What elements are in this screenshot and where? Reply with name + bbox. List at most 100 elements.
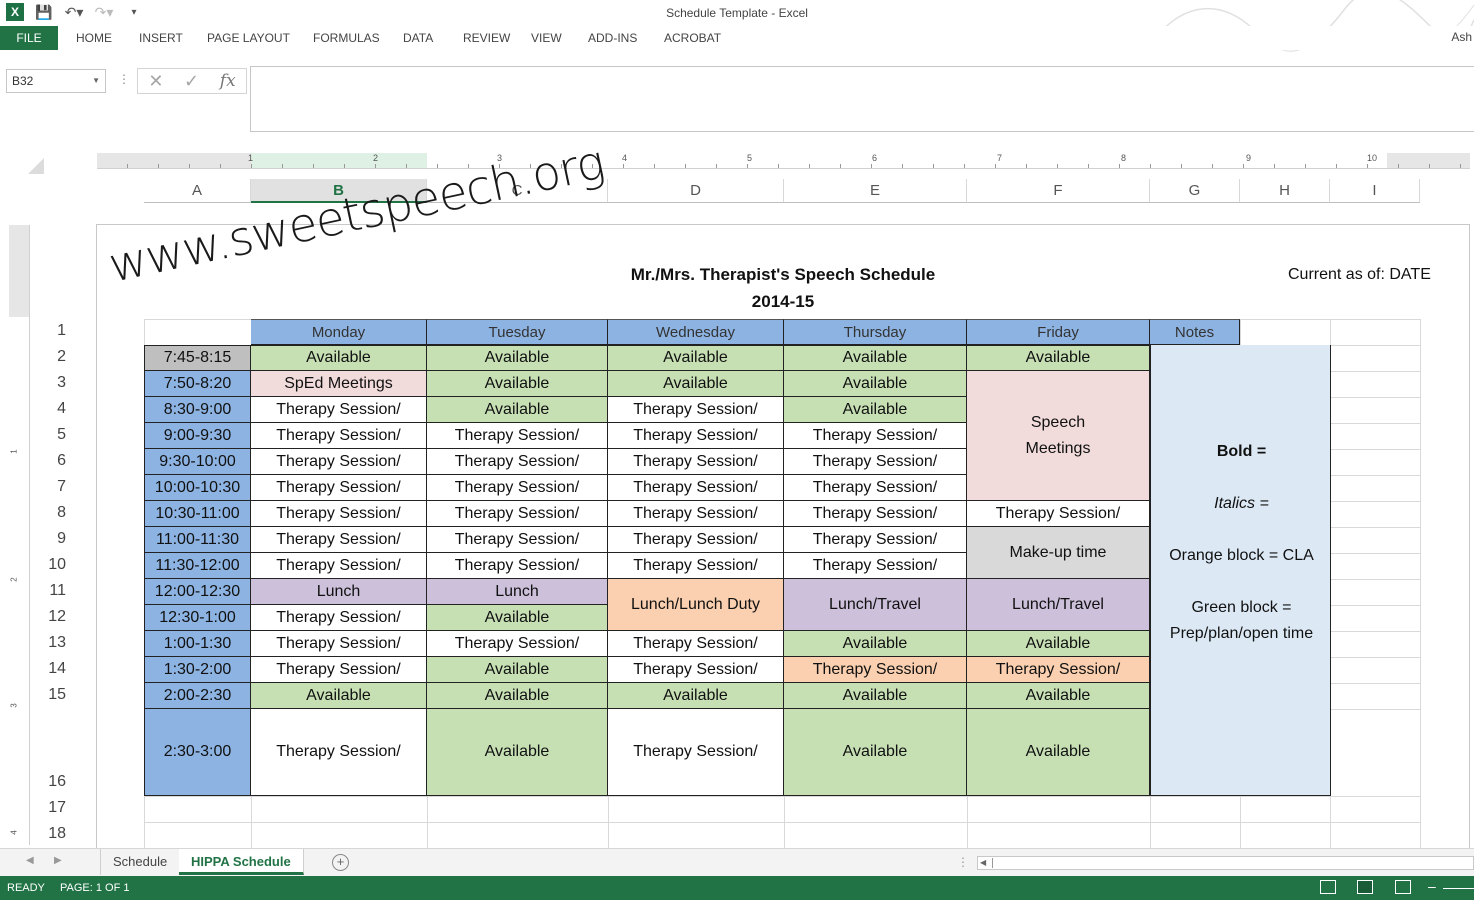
cancel-entry-icon[interactable]: ✕	[148, 71, 163, 92]
row-header[interactable]: 11	[30, 582, 66, 600]
time-cell[interactable]: 12:30-1:00	[144, 605, 251, 631]
schedule-cell[interactable]: Therapy Session/	[427, 553, 608, 579]
horizontal-scrollbar[interactable]: ◀	[977, 856, 1474, 870]
tab-view[interactable]: VIEW	[531, 26, 562, 50]
time-cell[interactable]: 8:30-9:00	[144, 397, 251, 423]
time-cell[interactable]: 10:00-10:30	[144, 475, 251, 501]
schedule-cell[interactable]: Therapy Session/	[608, 449, 784, 475]
schedule-cell[interactable]: Therapy Session/	[427, 631, 608, 657]
row-header[interactable]: 16	[30, 773, 66, 791]
schedule-cell[interactable]: Available	[427, 605, 608, 631]
tab-add-ins[interactable]: ADD-INS	[588, 26, 637, 50]
row-header[interactable]: 1	[30, 322, 66, 340]
row-header[interactable]: 17	[30, 799, 66, 817]
sheet-tab-hippa-schedule[interactable]: HIPPA Schedule	[179, 849, 304, 875]
schedule-cell[interactable]: Available	[784, 631, 967, 657]
name-box-dropdown-icon[interactable]: ▼	[92, 70, 100, 92]
schedule-cell[interactable]: Available	[427, 371, 608, 397]
row-header[interactable]: 3	[30, 374, 66, 392]
time-cell[interactable]: 10:30-11:00	[144, 501, 251, 527]
schedule-cell[interactable]: Lunch	[251, 579, 427, 605]
time-cell[interactable]: 9:00-9:30	[144, 423, 251, 449]
row-header[interactable]: 12	[30, 608, 66, 626]
scroll-left-arrow-icon[interactable]: ◀	[980, 858, 986, 867]
schedule-cell[interactable]: Therapy Session/	[251, 423, 427, 449]
day-header-wednesday[interactable]: Wednesday	[608, 319, 784, 345]
schedule-cell[interactable]: Therapy Session/	[251, 631, 427, 657]
insert-function-icon[interactable]: fx	[220, 71, 236, 91]
user-name[interactable]: Ash	[1451, 30, 1472, 44]
tab-formulas[interactable]: FORMULAS	[313, 26, 380, 50]
time-cell[interactable]: 9:30-10:00	[144, 449, 251, 475]
schedule-cell[interactable]: Therapy Session/	[608, 423, 784, 449]
notes-box[interactable]: Bold = Italics = Orange block = CLA Gree…	[1150, 345, 1331, 796]
row-header[interactable]: 13	[30, 634, 66, 652]
schedule-cell[interactable]: Therapy Session/	[608, 397, 784, 423]
scroll-left-icon[interactable]: ◀	[26, 855, 34, 866]
schedule-cell[interactable]: Therapy Session/	[967, 657, 1150, 683]
row-header[interactable]: 8	[30, 504, 66, 522]
tab-acrobat[interactable]: ACROBAT	[664, 26, 721, 50]
schedule-cell[interactable]: Lunch/Lunch Duty	[608, 579, 784, 631]
row-header[interactable]: 6	[30, 452, 66, 470]
schedule-cell[interactable]: Therapy Session/	[427, 501, 608, 527]
time-cell[interactable]: 1:30-2:00	[144, 657, 251, 683]
time-cell[interactable]: 2:30-3:00	[144, 709, 251, 796]
tab-data[interactable]: DATA	[403, 26, 433, 50]
day-header-friday[interactable]: Friday	[967, 319, 1150, 345]
tab-insert[interactable]: INSERT	[139, 26, 183, 50]
schedule-cell[interactable]: Therapy Session/	[427, 449, 608, 475]
schedule-cell[interactable]: Available	[427, 683, 608, 709]
schedule-cell[interactable]: Therapy Session/	[251, 605, 427, 631]
formula-input[interactable]	[250, 66, 1474, 132]
time-cell[interactable]: 11:00-11:30	[144, 527, 251, 553]
column-header-e[interactable]: E	[784, 179, 967, 203]
schedule-cell[interactable]: SpEd Meetings	[251, 371, 427, 397]
row-header[interactable]: 7	[30, 478, 66, 496]
time-cell[interactable]: 1:00-1:30	[144, 631, 251, 657]
schedule-cell[interactable]: Therapy Session/	[427, 423, 608, 449]
schedule-cell[interactable]: Therapy Session/	[784, 657, 967, 683]
schedule-cell[interactable]: Therapy Session/	[251, 553, 427, 579]
schedule-cell[interactable]: Available	[427, 397, 608, 423]
schedule-cell[interactable]: Therapy Session/	[608, 553, 784, 579]
schedule-year[interactable]: 2014-15	[566, 292, 1000, 312]
add-sheet-icon[interactable]: +	[332, 854, 349, 871]
time-cell[interactable]: 7:50-8:20	[144, 371, 251, 397]
schedule-cell[interactable]: Available	[784, 683, 967, 709]
row-header[interactable]: 5	[30, 426, 66, 444]
row-header[interactable]: 18	[30, 825, 66, 843]
schedule-cell[interactable]: Speech Meetings	[967, 371, 1150, 501]
confirm-entry-icon[interactable]: ✓	[184, 71, 199, 92]
tab-review[interactable]: REVIEW	[463, 26, 510, 50]
schedule-cell[interactable]: Therapy Session/	[251, 475, 427, 501]
zoom-out-icon[interactable]: –	[1428, 878, 1436, 894]
schedule-cell[interactable]: Available	[427, 657, 608, 683]
schedule-cell[interactable]: Available	[784, 709, 967, 796]
schedule-cell[interactable]: Therapy Session/	[784, 449, 967, 475]
schedule-cell[interactable]: Therapy Session/	[608, 631, 784, 657]
schedule-cell[interactable]: Therapy Session/	[967, 501, 1150, 527]
notes-header[interactable]: Notes	[1150, 319, 1240, 345]
day-header-thursday[interactable]: Thursday	[784, 319, 967, 345]
page-layout-view-icon[interactable]	[1357, 880, 1373, 894]
schedule-cell[interactable]: Therapy Session/	[608, 475, 784, 501]
schedule-cell[interactable]: Therapy Session/	[608, 527, 784, 553]
time-cell[interactable]: 11:30-12:00	[144, 553, 251, 579]
sheet-tab-schedule[interactable]: Schedule	[100, 849, 181, 875]
scrollbar-thumb[interactable]	[992, 858, 1472, 868]
column-header-d[interactable]: D	[608, 179, 784, 203]
schedule-cell[interactable]: Available	[967, 709, 1150, 796]
tab-splitter-icon[interactable]: ⋮	[957, 855, 969, 869]
page-break-view-icon[interactable]	[1395, 880, 1411, 894]
schedule-cell[interactable]: Therapy Session/	[251, 501, 427, 527]
tab-home[interactable]: HOME	[76, 26, 112, 50]
schedule-cell[interactable]: Available	[427, 709, 608, 796]
column-header-a[interactable]: A	[144, 179, 251, 203]
schedule-cell[interactable]: Therapy Session/	[251, 657, 427, 683]
schedule-cell[interactable]: Therapy Session/	[608, 657, 784, 683]
schedule-cell[interactable]: Therapy Session/	[608, 501, 784, 527]
schedule-cell[interactable]: Therapy Session/	[784, 553, 967, 579]
scroll-right-icon[interactable]: ▶	[54, 855, 62, 866]
day-header-tuesday[interactable]: Tuesday	[427, 319, 608, 345]
